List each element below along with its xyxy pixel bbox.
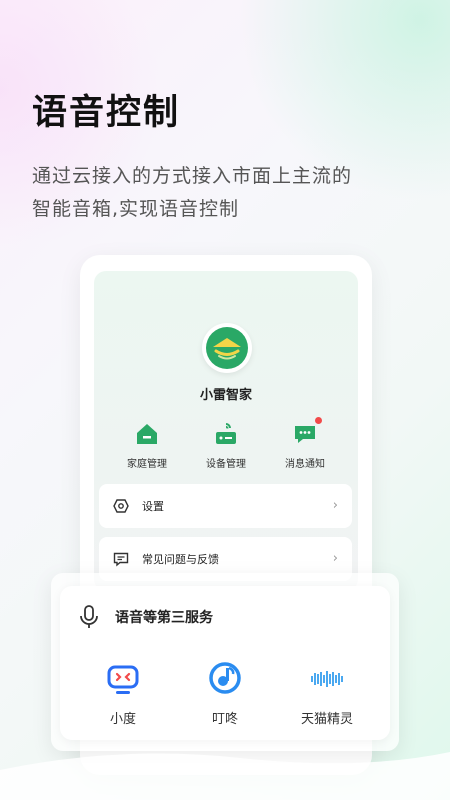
service-label: 天猫精灵 bbox=[300, 712, 353, 727]
home-icon bbox=[134, 421, 160, 447]
tmall-genie-icon bbox=[307, 658, 347, 698]
quick-action-label: 家庭管理 bbox=[127, 459, 167, 470]
menu-item-label: 设置 bbox=[142, 500, 164, 513]
services-card: 语音等第三服务 小度 叮咚 天猫精灵 bbox=[60, 586, 390, 740]
services-title: 语音等第三服务 bbox=[115, 610, 213, 626]
xiaodu-icon bbox=[103, 658, 143, 698]
menu-item-label: 常见问题与反馈 bbox=[142, 553, 219, 566]
subtitle-line-2: 智能音箱,实现语音控制 bbox=[32, 198, 240, 220]
service-label: 小度 bbox=[109, 712, 136, 727]
service-label: 叮咚 bbox=[211, 712, 238, 727]
message-icon bbox=[292, 417, 322, 447]
microphone-icon bbox=[78, 604, 100, 634]
chevron-right-icon: › bbox=[332, 551, 338, 566]
quick-action-label: 设备管理 bbox=[206, 459, 246, 470]
bottom-wave-decoration bbox=[0, 752, 450, 800]
gear-icon bbox=[113, 498, 129, 514]
app-logo bbox=[202, 323, 252, 373]
app-name: 小雷智家 bbox=[199, 388, 252, 403]
dingdong-icon bbox=[205, 658, 245, 698]
quick-action-devices[interactable]: 设备管理 bbox=[186, 421, 266, 470]
notification-dot bbox=[315, 417, 322, 424]
subtitle-line-1: 通过云接入的方式接入市面上主流的 bbox=[32, 165, 353, 187]
chevron-right-icon: › bbox=[332, 498, 338, 513]
service-dingdong[interactable]: 叮咚 bbox=[170, 658, 280, 727]
service-tmall-genie[interactable]: 天猫精灵 bbox=[272, 658, 382, 727]
app-screen: 小雷智家 家庭管理 设备管理 消息通知 设置 › 常见问题与反馈 › bbox=[94, 271, 358, 591]
quick-action-home[interactable]: 家庭管理 bbox=[107, 421, 187, 470]
page-subtitle: 通过云接入的方式接入市面上主流的 智能音箱,实现语音控制 bbox=[32, 160, 402, 226]
quick-action-label: 消息通知 bbox=[285, 459, 325, 470]
menu-item-settings[interactable]: 设置 › bbox=[99, 484, 352, 528]
service-xiaodu[interactable]: 小度 bbox=[68, 658, 178, 727]
page-title: 语音控制 bbox=[32, 93, 181, 133]
feedback-icon bbox=[113, 551, 129, 567]
leaf-logo-icon bbox=[206, 327, 248, 369]
device-icon bbox=[213, 421, 239, 447]
quick-action-messages[interactable]: 消息通知 bbox=[265, 417, 345, 470]
